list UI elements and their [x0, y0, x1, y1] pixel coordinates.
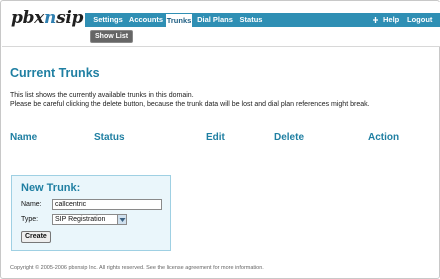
- page-description: This list shows the currently available …: [10, 92, 430, 109]
- nav-logout[interactable]: Logout: [407, 13, 432, 27]
- show-list-button[interactable]: Show List: [90, 30, 134, 43]
- logo-part-pbx: pbx: [11, 8, 45, 28]
- nav-help[interactable]: Help: [383, 13, 399, 27]
- new-trunk-title: New Trunk:: [21, 182, 81, 194]
- main-nav: Settings Accounts Trunks Dial Plans Stat…: [85, 13, 440, 28]
- footer-copyright: Copyright © 2005-2006 pbxnsip Inc. All r…: [10, 265, 264, 271]
- trunk-type-select[interactable]: SIP Registration: [52, 214, 127, 225]
- browser-frame: pbxnsip Settings Accounts Trunks Dial Pl…: [0, 0, 440, 279]
- column-header-delete: Delete: [274, 132, 305, 143]
- column-header-edit: Edit: [206, 132, 225, 143]
- column-header-name: Name: [10, 132, 38, 143]
- page-title: Current Trunks: [10, 66, 100, 80]
- header: pbxnsip Settings Accounts Trunks Dial Pl…: [2, 2, 440, 46]
- header-divider: [2, 46, 440, 47]
- logo-part-sip: sip: [56, 8, 84, 28]
- logo-part-n: n: [44, 8, 57, 28]
- description-line-1: This list shows the currently available …: [10, 92, 194, 99]
- name-label: Name:: [21, 201, 42, 208]
- description-line-2: Please be careful clicking the delete bu…: [10, 100, 370, 108]
- nav-trunks[interactable]: Trunks: [165, 13, 193, 28]
- create-button[interactable]: Create: [21, 231, 51, 243]
- column-header-action: Action: [368, 132, 400, 143]
- new-trunk-panel: New Trunk: Name: Type: SIP Registration …: [11, 175, 171, 251]
- type-label: Type:: [21, 216, 39, 223]
- nav-status[interactable]: Status: [237, 13, 265, 27]
- plus-icon[interactable]: [372, 13, 379, 27]
- trunk-type-value: SIP Registration: [55, 216, 106, 223]
- nav-dial-plans[interactable]: Dial Plans: [195, 13, 235, 27]
- logo: pbxnsip: [11, 8, 83, 28]
- column-header-status: Status: [94, 132, 125, 143]
- sub-nav: Show List: [85, 27, 440, 45]
- trunk-name-input[interactable]: [52, 199, 162, 210]
- nav-settings[interactable]: Settings: [89, 13, 127, 27]
- chevron-down-icon[interactable]: [117, 215, 126, 224]
- nav-accounts[interactable]: Accounts: [128, 13, 164, 27]
